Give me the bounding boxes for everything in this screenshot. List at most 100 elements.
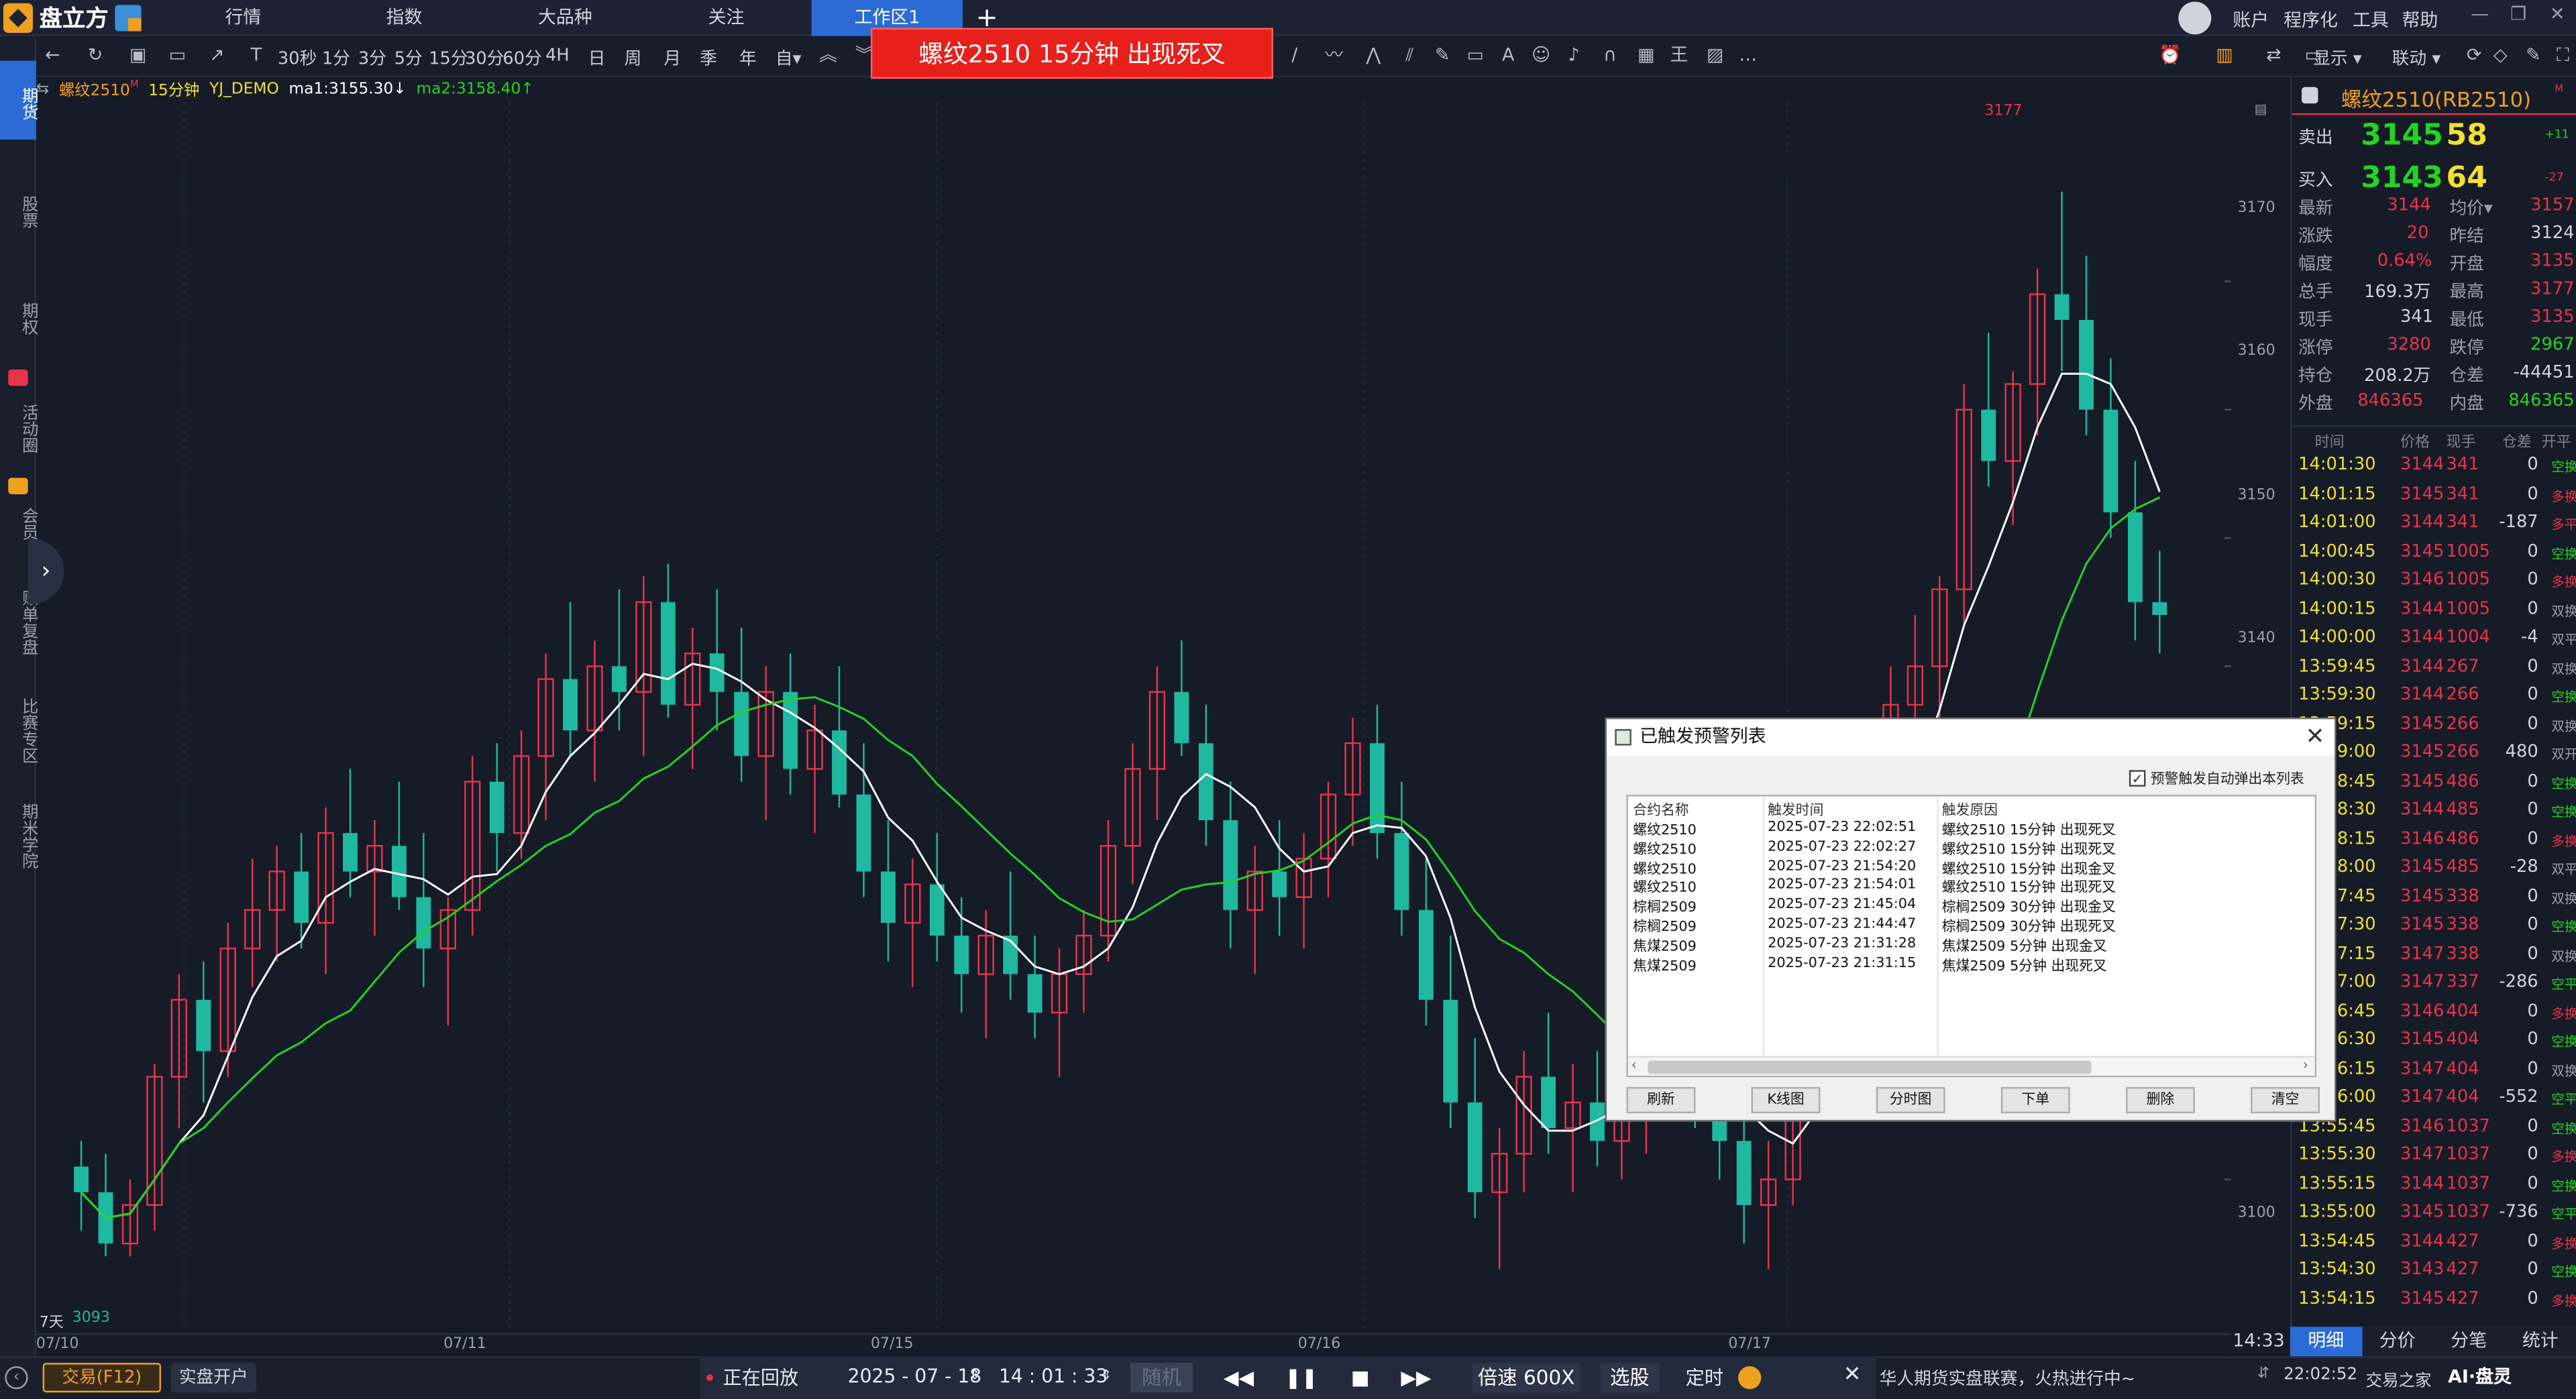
period-30m[interactable]: 30分	[465, 46, 504, 71]
candle-body[interactable]	[1272, 871, 1287, 897]
back-icon[interactable]: ←	[43, 45, 62, 66]
delete-button[interactable]: 删除	[2126, 1086, 2195, 1114]
candle-body[interactable]	[74, 1166, 89, 1192]
horizontal-scrollbar[interactable]: ‹ ›	[1627, 1056, 2315, 1076]
menu-tools[interactable]: 工具	[2353, 7, 2389, 33]
candle-body[interactable]	[2152, 602, 2167, 615]
candle-body[interactable]	[343, 833, 358, 872]
period-30s[interactable]: 30秒	[278, 46, 317, 71]
draw-wave-icon[interactable]: 〰	[1324, 45, 1344, 66]
close-window-icon[interactable]: ✕	[2550, 3, 2565, 25]
sidebar-item-stocks[interactable]: 股票	[0, 169, 36, 248]
candle-body[interactable]	[709, 653, 724, 692]
nav-tab-major[interactable]: 大品种	[516, 0, 614, 36]
layout-icon[interactable]: 王	[1669, 45, 1688, 66]
draw-pen-icon[interactable]: ✎	[1433, 45, 1452, 66]
candle-body[interactable]	[612, 666, 627, 692]
candle-body[interactable]	[1981, 409, 1996, 461]
alert-row[interactable]: 棕榈2509 2025-07-23 21:44:47 棕榈2509 30分钟 出现死…	[1628, 916, 2315, 936]
period-custom[interactable]: 自▾	[775, 46, 802, 71]
open-account-button[interactable]: 实盘开户	[170, 1363, 257, 1393]
candle-body[interactable]	[832, 730, 847, 795]
period-year[interactable]: 年	[739, 46, 757, 71]
column-header-contract[interactable]: 合约名称	[1633, 799, 1688, 819]
time-stepper-icon[interactable]: ⇕	[1101, 1368, 1112, 1383]
alert-row[interactable]: 螺纹2510 2025-07-23 21:54:20 螺纹2510 15分钟 出现金…	[1628, 858, 2315, 878]
candle-body[interactable]	[1467, 1102, 1483, 1192]
ruler-icon[interactable]: ▭	[1466, 45, 1485, 66]
shield-icon[interactable]: ◇	[2491, 45, 2510, 66]
alarm-clock-icon[interactable]: ⏰	[2159, 45, 2182, 66]
candle-body[interactable]	[1174, 691, 1189, 744]
screenshot-icon[interactable]: ▨	[1705, 45, 1725, 66]
candle-body[interactable]	[2079, 319, 2094, 410]
avatar[interactable]	[2178, 1, 2212, 35]
candle-body[interactable]	[1418, 909, 1434, 1000]
random-button[interactable]: 随机	[1130, 1363, 1193, 1393]
kline-button[interactable]: K线图	[1751, 1086, 1821, 1114]
alert-row[interactable]: 螺纹2510 2025-07-23 22:02:51 螺纹2510 15分钟 出现死…	[1628, 820, 2315, 839]
menu-account[interactable]: 账户	[2233, 7, 2269, 33]
fast-forward-icon[interactable]: ▶▶	[1400, 1363, 1433, 1392]
checkbox-checked-icon[interactable]: ✓	[2129, 770, 2146, 787]
grid-icon[interactable]: ▦	[1636, 45, 1656, 66]
period-quarter[interactable]: 季	[700, 46, 717, 71]
open-folder-icon[interactable]: ▭	[168, 45, 187, 66]
link-dropdown[interactable]: 联动 ▾	[2392, 46, 2441, 71]
auto-popup-checkbox[interactable]: ✓ 预警触发自动弹出本列表	[2129, 769, 2304, 788]
rewind-icon[interactable]: ◀◀	[1222, 1363, 1255, 1392]
replay-time[interactable]: 14 : 01 : 33	[999, 1365, 1108, 1388]
refresh-button[interactable]: 刷新	[1626, 1086, 1696, 1114]
sync-icon[interactable]: ⟳	[2464, 45, 2483, 66]
nav-tab-market[interactable]: 行情	[194, 0, 292, 36]
candle-body[interactable]	[783, 691, 798, 769]
minimize-icon[interactable]: —	[2471, 3, 2489, 25]
collapse-left-icon[interactable]: ‹	[5, 1366, 28, 1390]
period-day[interactable]: 日	[588, 46, 606, 71]
text-tool-icon[interactable]: A	[1498, 45, 1517, 66]
sidebar-item-activity[interactable]: 活动圈	[0, 382, 36, 467]
candle-body[interactable]	[1394, 833, 1409, 910]
bell-icon[interactable]: ♪	[1564, 45, 1583, 66]
tab-stats[interactable]: 统计	[2505, 1327, 2576, 1356]
candle-body[interactable]	[1736, 1141, 1752, 1205]
maximize-icon[interactable]: ❐	[2510, 3, 2526, 25]
save-icon[interactable]: ▣	[128, 45, 148, 66]
sidebar-item-futures[interactable]: 期货	[0, 60, 36, 140]
edit-icon[interactable]: ✎	[2524, 45, 2543, 66]
place-order-button[interactable]: 下单	[2000, 1086, 2070, 1114]
stop-icon[interactable]: ■	[1344, 1363, 1377, 1392]
candle-body[interactable]	[416, 897, 431, 949]
display-dropdown[interactable]: 显示 ▾	[2313, 46, 2362, 71]
close-replay-icon[interactable]: ✕	[1843, 1363, 1862, 1388]
period-month[interactable]: 月	[663, 46, 681, 71]
collapse-icon[interactable]	[2302, 87, 2318, 104]
menu-help[interactable]: 帮助	[2402, 7, 2438, 33]
sidebar-item-academy[interactable]: 期米学院	[0, 780, 36, 885]
candle-body[interactable]	[563, 679, 578, 731]
sidebar-item-options[interactable]: 期权	[0, 276, 36, 355]
draw-line-icon[interactable]: ∕	[1285, 45, 1304, 66]
text-icon[interactable]: T	[246, 45, 266, 66]
speed-control[interactable]: 倍速 600X	[1472, 1363, 1580, 1393]
timer-label[interactable]: 定时	[1686, 1365, 1723, 1391]
candle-body[interactable]	[1370, 743, 1385, 834]
candle-body[interactable]	[392, 846, 407, 897]
exchange-icon[interactable]: ⇄	[2264, 45, 2284, 66]
candle-body[interactable]	[734, 691, 749, 757]
column-header-reason[interactable]: 触发原因	[1942, 799, 1998, 819]
alert-row[interactable]: 螺纹2510 2025-07-23 22:02:27 螺纹2510 15分钟 出现死…	[1628, 839, 2315, 858]
draw-fan-icon[interactable]: ⫽	[1400, 45, 1419, 66]
candle-body[interactable]	[294, 871, 309, 924]
candle-body[interactable]	[196, 999, 211, 1052]
candle-body[interactable]	[954, 936, 969, 974]
legend-period[interactable]: 15分钟	[148, 77, 199, 100]
nav-tab-watch[interactable]: 关注	[677, 0, 775, 36]
column-header-time[interactable]: 触发时间	[1768, 799, 1823, 819]
candle-body[interactable]	[881, 871, 896, 924]
pause-icon[interactable]: ❚❚	[1285, 1363, 1318, 1392]
timer-pie-icon[interactable]	[1738, 1366, 1762, 1390]
candle-body[interactable]	[2103, 409, 2118, 512]
news-ticker[interactable]: 华人期货实盘联赛，火热进行中~	[1880, 1366, 2136, 1391]
period-week[interactable]: 周	[625, 46, 642, 71]
